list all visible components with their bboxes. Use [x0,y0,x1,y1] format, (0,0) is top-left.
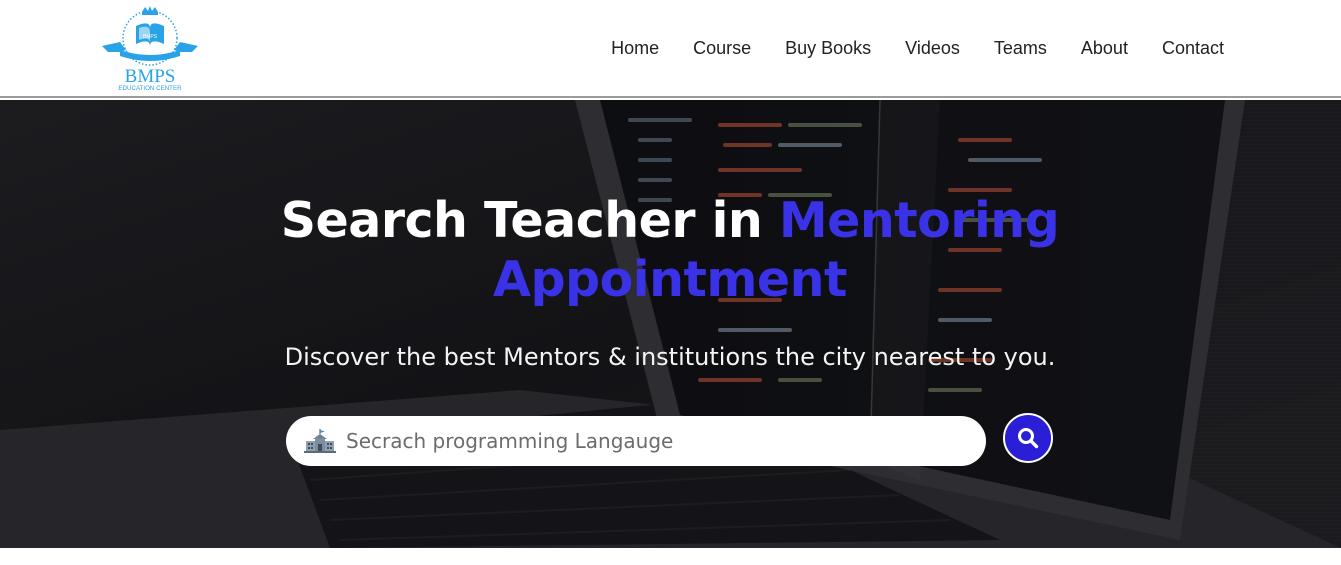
logo-tagline: EDUCATION CENTER [118,85,182,92]
hero-subtitle: Discover the best Mentors & institutions… [284,343,1056,371]
nav-teams[interactable]: Teams [994,36,1047,60]
svg-text:BMPS: BMPS [143,34,158,40]
logo-name: BMPS [125,66,176,87]
hero-section: Search Teacher in Mentoring Appointment … [0,100,1341,548]
hero-title-part1: Search Teacher in [280,192,779,249]
site-header: BMPS BMPS EDUCATION CENTER Home Course B… [0,0,1341,98]
hero-title: Search Teacher in Mentoring Appointment [200,191,1140,309]
page-bottom [0,548,1341,565]
hero-overlay [0,100,1341,548]
search-button[interactable] [1003,413,1053,463]
nav-buy-books[interactable]: Buy Books [785,36,871,60]
nav-videos[interactable]: Videos [905,36,960,60]
school-icon [304,429,336,453]
nav-home[interactable]: Home [611,36,659,60]
nav-course[interactable]: Course [693,36,751,60]
search-input[interactable] [346,429,946,453]
main-nav: Home Course Buy Books Videos Teams About… [611,36,1224,60]
nav-about[interactable]: About [1081,36,1128,60]
search-icon [1018,428,1039,449]
search-bar [286,416,986,466]
nav-contact[interactable]: Contact [1162,36,1224,60]
bmps-logo[interactable]: BMPS BMPS EDUCATION CENTER [100,6,200,92]
